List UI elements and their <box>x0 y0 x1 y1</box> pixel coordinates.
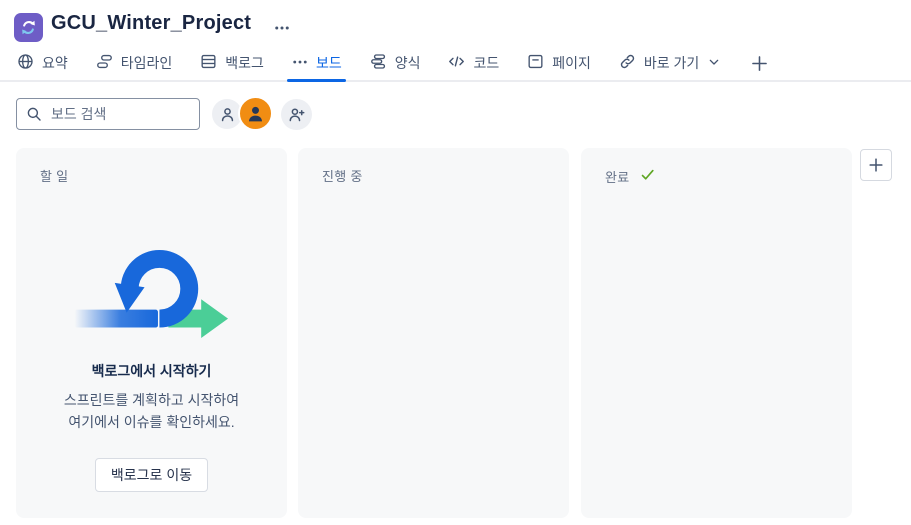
timeline-icon <box>95 52 114 74</box>
project-tab-bar: 요약 타임라인 백로그 보드 양식 코드 페이지 바로 가기 <box>0 46 911 82</box>
link-icon <box>618 52 637 74</box>
tab-label: 타임라인 <box>120 55 173 71</box>
board-column-todo: 할 일 백로그에서 시작하기 스프린트를 계획하고 시작하여 여기에서 이슈를 … <box>16 148 287 518</box>
jira-board-page: GCU_Winter_Project 요약 타임라인 백로그 보드 양식 코드 … <box>0 0 911 525</box>
more-dots-icon <box>291 53 309 74</box>
board-column-inprogress: 진행 중 <box>298 148 569 518</box>
project-avatar-sprint-icon[interactable] <box>14 13 43 42</box>
go-to-backlog-button[interactable]: 백로그로 이동 <box>94 458 209 493</box>
code-icon <box>447 52 466 74</box>
column-title: 할 일 <box>40 169 69 184</box>
tab-label: 양식 <box>394 55 421 71</box>
tab-label: 바로 가기 <box>643 55 700 71</box>
column-header: 진행 중 <box>298 148 569 185</box>
project-more-button[interactable] <box>268 16 296 40</box>
tab-code[interactable]: 코드 <box>447 46 499 80</box>
board-search <box>16 98 200 130</box>
tab-label: 요약 <box>42 55 68 71</box>
tab-label: 페이지 <box>552 55 591 71</box>
tab-shortcuts[interactable]: 바로 가기 <box>618 46 722 80</box>
avatar-current-user[interactable] <box>238 96 273 131</box>
add-column-button[interactable] <box>860 149 892 181</box>
pages-icon <box>526 52 545 74</box>
add-tab-button[interactable] <box>749 46 770 80</box>
sprint-empty-state: 백로그에서 시작하기 스프린트를 계획하고 시작하여 여기에서 이슈를 확인하세… <box>16 241 287 493</box>
sprint-illustration-icon <box>73 250 228 338</box>
column-header: 할 일 <box>16 148 287 185</box>
tab-pages[interactable]: 페이지 <box>526 46 591 80</box>
search-input[interactable] <box>16 98 200 130</box>
globe-icon <box>16 52 35 74</box>
forms-icon <box>369 52 388 74</box>
chevron-down-icon <box>706 54 722 73</box>
column-title: 진행 중 <box>322 169 363 184</box>
tab-label: 백로그 <box>225 55 264 71</box>
tab-backlog[interactable]: 백로그 <box>199 46 264 80</box>
add-people-button[interactable] <box>281 99 312 130</box>
done-check-icon <box>639 166 656 186</box>
column-header: 완료 <box>581 148 852 186</box>
tab-label: 보드 <box>315 55 342 71</box>
page-title: GCU_Winter_Project <box>51 12 252 34</box>
tab-timeline[interactable]: 타임라인 <box>95 46 173 80</box>
tab-label: 코드 <box>473 55 500 71</box>
empty-state-description: 스프린트를 계획하고 시작하여 여기에서 이슈를 확인하세요. <box>63 392 240 430</box>
tab-board-active[interactable]: 보드 <box>286 46 346 82</box>
empty-state-heading: 백로그에서 시작하기 <box>91 363 212 379</box>
backlog-icon <box>199 52 218 74</box>
board-column-done: 완료 <box>581 148 852 518</box>
column-title: 완료 <box>605 169 630 185</box>
tab-summary[interactable]: 요약 <box>16 46 68 80</box>
tab-forms[interactable]: 양식 <box>369 46 421 80</box>
